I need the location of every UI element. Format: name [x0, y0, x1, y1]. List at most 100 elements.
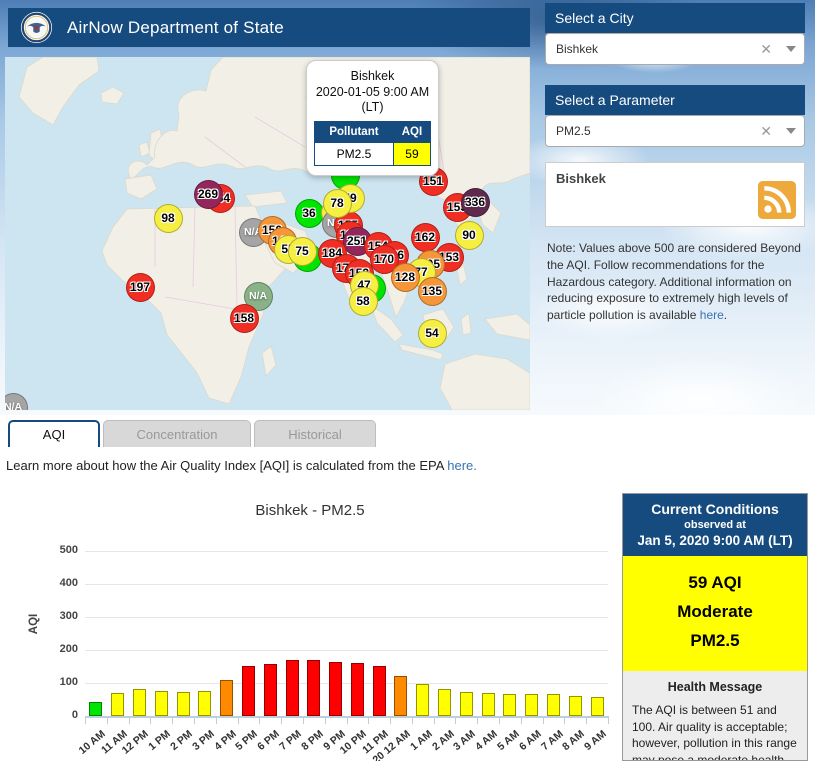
- cc-aqi-pollutant: PM2.5: [690, 631, 740, 650]
- chart-bar[interactable]: [132, 689, 146, 716]
- parameter-caret-icon[interactable]: [786, 128, 796, 134]
- aqi-marker[interactable]: 269: [193, 179, 223, 209]
- chart-bar[interactable]: [481, 693, 495, 716]
- chart-bar[interactable]: [438, 689, 452, 716]
- chart-bar[interactable]: [350, 663, 364, 716]
- cc-aqi-category: Moderate: [677, 602, 753, 621]
- aqi-marker[interactable]: 336: [460, 187, 490, 217]
- popup-city: Bishkek: [350, 69, 395, 83]
- chart-bar[interactable]: [372, 666, 386, 716]
- map-popup: Bishkek 2020-01-05 9:00 AM (LT) Pollutan…: [306, 60, 439, 176]
- rss-box: Bishkek: [545, 162, 805, 227]
- chart-x-tick-label: 7 PM: [277, 728, 304, 753]
- chart-x-tick: [106, 718, 108, 724]
- learn-more-text: Learn more about how the Air Quality Ind…: [6, 458, 448, 473]
- state-department-seal-icon: [20, 11, 53, 44]
- chart-x-tick-label: 5 AM: [495, 728, 522, 754]
- cc-observed-at: observed at: [684, 519, 746, 531]
- chart-x-tick-label: 6 PM: [255, 728, 282, 753]
- chart-bar[interactable]: [525, 694, 539, 716]
- chart-bar[interactable]: [416, 684, 430, 716]
- chart-bar[interactable]: [568, 696, 582, 716]
- aqi-marker[interactable]: 75: [287, 236, 317, 266]
- tab-aqi[interactable]: AQI: [8, 420, 100, 447]
- aqi-marker[interactable]: 135: [417, 276, 447, 306]
- chart-bar[interactable]: [241, 666, 255, 716]
- popup-datetime: 2020-01-05 9:00 AM (LT): [315, 84, 430, 115]
- chart-bar[interactable]: [89, 702, 103, 716]
- chart-x-tick: [150, 718, 152, 724]
- app-header: AirNow Department of State: [8, 8, 530, 47]
- chart-bar[interactable]: [220, 680, 234, 716]
- chart-x-tick: [302, 718, 304, 724]
- aqi-marker[interactable]: 162: [410, 222, 440, 252]
- chart-bar[interactable]: [111, 693, 125, 716]
- tab-historical[interactable]: Historical: [254, 420, 376, 447]
- chart-bar[interactable]: [307, 660, 321, 716]
- cc-health-text: The AQI is between 51 and 100. Air quali…: [632, 703, 797, 761]
- city-select-value: Bishkek: [556, 42, 599, 56]
- chart-y-tick-label: 300: [59, 610, 78, 622]
- aqi-marker[interactable]: 58: [348, 286, 378, 316]
- chart-x-tick-label: 4 PM: [211, 728, 239, 753]
- parameter-select[interactable]: PM2.5 ✕: [545, 115, 805, 147]
- chart-x-tick: [346, 718, 348, 724]
- beyond-aqi-note: Note: Values above 500 are considered Be…: [547, 240, 803, 324]
- popup-col-pollutant: Pollutant: [314, 120, 394, 143]
- chart-x-tick: [433, 718, 435, 724]
- city-select-label: Select a City: [555, 10, 634, 26]
- chart-bar[interactable]: [285, 660, 299, 716]
- note-suffix: .: [723, 308, 728, 323]
- chart-x-tick: [477, 718, 479, 724]
- chart-y-tick-label: 100: [59, 676, 78, 688]
- chart-bar[interactable]: [590, 697, 604, 716]
- aqi-marker[interactable]: 197: [125, 272, 155, 302]
- city-clear-icon[interactable]: ✕: [760, 41, 772, 58]
- chart-x-tick: [172, 718, 174, 724]
- chart-bar[interactable]: [329, 662, 343, 716]
- chart-x-tick-label: 9 AM: [582, 728, 609, 754]
- aqi-marker[interactable]: 78: [322, 188, 352, 218]
- chart-x-tick-label: 6 AM: [516, 728, 544, 754]
- chart-bar[interactable]: [198, 691, 212, 716]
- chart-x-tick: [499, 718, 501, 724]
- chart-bar[interactable]: [459, 692, 473, 716]
- aqi-marker[interactable]: 54: [417, 318, 447, 348]
- chart-gridline: [85, 683, 608, 684]
- chart-bar[interactable]: [394, 676, 408, 716]
- chart-y-tick-label: 0: [71, 709, 78, 721]
- cc-datetime: Jan 5, 2020 9:00 AM (LT): [637, 533, 793, 548]
- note-here-link[interactable]: here: [700, 308, 724, 322]
- parameter-clear-icon[interactable]: ✕: [760, 123, 772, 140]
- chart-bar[interactable]: [176, 692, 190, 716]
- chart-x-tick-label: 5 PM: [233, 728, 261, 753]
- cc-health-message: Health Message The AQI is between 51 and…: [623, 671, 807, 761]
- chart-x-tick: [411, 718, 413, 724]
- cc-health-title: Health Message: [667, 680, 763, 694]
- chart-bar[interactable]: [154, 691, 168, 716]
- chart-x-tick-label: 8 AM: [560, 728, 588, 754]
- aqi-marker[interactable]: 36: [294, 198, 324, 228]
- world-aqi-map[interactable]: 98154269N/A150142557536197N/A158N/A78N/A…: [5, 57, 530, 410]
- current-conditions-panel: Current Conditions observed at Jan 5, 20…: [622, 493, 808, 761]
- chart-x-tick: [520, 718, 522, 724]
- chart-bar[interactable]: [547, 694, 561, 716]
- rss-icon[interactable]: [758, 181, 796, 219]
- chart-bar[interactable]: [503, 694, 517, 716]
- aqi-marker[interactable]: 158: [229, 303, 259, 333]
- chart-y-axis-title: AQI: [28, 613, 41, 635]
- chart-gridline: [85, 584, 608, 585]
- aqi-marker[interactable]: 128: [390, 262, 420, 292]
- cc-aqi-value: 59 AQI: [688, 573, 742, 592]
- learn-more-here-link[interactable]: here.: [447, 458, 477, 473]
- aqi-marker[interactable]: 98: [153, 203, 183, 233]
- city-select[interactable]: Bishkek ✕: [545, 33, 805, 65]
- chart-x-tick: [237, 718, 239, 724]
- chart-x-tick: [586, 718, 588, 724]
- chart-x-tick: [390, 718, 392, 724]
- city-select-header: Select a City: [545, 3, 805, 33]
- city-caret-icon[interactable]: [786, 46, 796, 52]
- chart-bar[interactable]: [263, 664, 277, 716]
- aqi-marker[interactable]: 90: [454, 220, 484, 250]
- tab-concentration[interactable]: Concentration: [103, 420, 251, 447]
